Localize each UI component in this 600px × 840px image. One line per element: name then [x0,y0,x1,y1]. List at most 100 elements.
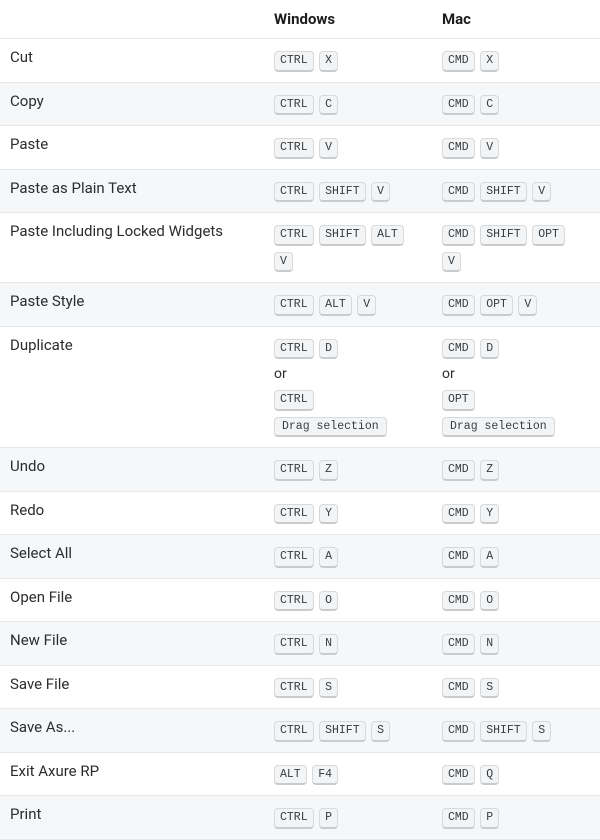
col-header-mac: Mac [432,0,600,39]
key-cmd: CMD [442,504,475,525]
windows-shortcut: CTRL Y [264,491,432,535]
key-combo: CTRL Drag selection [274,390,389,433]
mac-shortcut: CMD O [432,578,600,622]
windows-shortcut: CTRL O [264,578,432,622]
key-y: Y [319,504,338,525]
key-cmd: CMD [442,678,475,699]
mac-shortcut: CMD Z [432,448,600,492]
table-header-row: Windows Mac [0,0,600,39]
key-combo: CTRL X [274,51,340,67]
windows-shortcut: CTRL P [264,796,432,840]
key-combo: CMD Q [442,765,501,781]
key-combo: CMD S [442,678,501,694]
key-cmd: CMD [442,339,475,360]
mac-shortcut: CMD A [432,535,600,579]
key-v: V [442,252,461,273]
action-name: Exit Axure RP [0,752,264,796]
windows-shortcut: CTRL S [264,665,432,709]
key-v: V [480,138,499,159]
key-alt: ALT [274,765,307,786]
mac-shortcut: CMD V [432,126,600,170]
mac-shortcut: CMD Y [432,491,600,535]
key-d: D [480,339,499,360]
key-combo: CMD SHIFT V [442,182,553,198]
windows-shortcut: CTRL SHIFT ALT V [264,213,432,283]
table-row: DuplicateCTRL D orCTRL Drag selection CM… [0,326,600,448]
key-shift: SHIFT [319,182,366,203]
key-c: C [480,95,499,116]
action-name: Print [0,796,264,840]
key-opt: OPT [480,295,513,316]
action-name: Save File [0,665,264,709]
key-combo: CTRL A [274,547,340,563]
key-x: X [480,51,499,72]
col-header-action [0,0,264,39]
key-c: C [319,95,338,116]
key-ctrl: CTRL [274,295,314,316]
key-combo: CTRL O [274,591,340,607]
key-v: V [357,295,376,316]
key-combo: CTRL C [274,95,340,111]
key-ctrl: CTRL [274,182,314,203]
key-shift: SHIFT [480,721,527,742]
mac-shortcut: CMD C [432,82,600,126]
action-name: Undo [0,448,264,492]
key-alt: ALT [371,225,404,246]
key-y: Y [480,504,499,525]
key-cmd: CMD [442,634,475,655]
key-ctrl: CTRL [274,634,314,655]
action-name: Open File [0,578,264,622]
key-ctrl: CTRL [274,138,314,159]
key-s: S [532,721,551,742]
action-name: Select All [0,535,264,579]
key-shift: SHIFT [319,721,366,742]
table-row: PrintCTRL P CMD P [0,796,600,840]
key-f4: F4 [312,765,338,786]
key-cmd: CMD [442,547,475,568]
key-s: S [319,678,338,699]
action-name: Redo [0,491,264,535]
key-ctrl: CTRL [274,808,314,829]
key-combo: CTRL N [274,634,340,650]
key-cmd: CMD [442,225,475,246]
key-drag-selection: Drag selection [442,417,555,438]
key-shift: SHIFT [480,225,527,246]
key-a: A [480,547,499,568]
windows-shortcut: CTRL N [264,622,432,666]
action-name: Paste [0,126,264,170]
key-combo: CMD A [442,547,501,563]
key-cmd: CMD [442,138,475,159]
key-p: P [319,808,338,829]
mac-shortcut: CMD P [432,796,600,840]
table-row: CutCTRL X CMD X [0,39,600,83]
key-v: V [371,182,390,203]
key-combo: CTRL S [274,678,340,694]
key-combo: ALT F4 [274,765,340,781]
key-ctrl: CTRL [274,51,314,72]
windows-shortcut: CTRL C [264,82,432,126]
table-row: Exit Axure RP ALT F4 CMD Q [0,752,600,796]
key-cmd: CMD [442,295,475,316]
key-z: Z [319,460,338,481]
table-row: Undo CTRL Z CMD Z [0,448,600,492]
mac-shortcut: CMD D orOPT Drag selection [432,326,600,448]
key-s: S [480,678,499,699]
action-name: Save As... [0,709,264,753]
table-row: Open File CTRL O CMD O [0,578,600,622]
key-combo: CTRL SHIFT S [274,721,392,737]
or-label: or [442,366,590,382]
mac-shortcut: CMD N [432,622,600,666]
key-cmd: CMD [442,721,475,742]
table-row: Save File CTRL S CMD S [0,665,600,709]
key-ctrl: CTRL [274,339,314,360]
key-combo: CTRL D [274,339,340,355]
windows-shortcut: CTRL SHIFT V [264,169,432,213]
key-combo: CMD Z [442,460,501,476]
key-combo: CTRL ALT V [274,295,378,311]
table-row: Save As... CTRL SHIFT S CMD SHIFT S [0,709,600,753]
key-combo: CMD D [442,339,501,355]
key-ctrl: CTRL [274,460,314,481]
mac-shortcut: CMD OPT V [432,283,600,327]
key-q: Q [480,765,499,786]
mac-shortcut: CMD X [432,39,600,83]
